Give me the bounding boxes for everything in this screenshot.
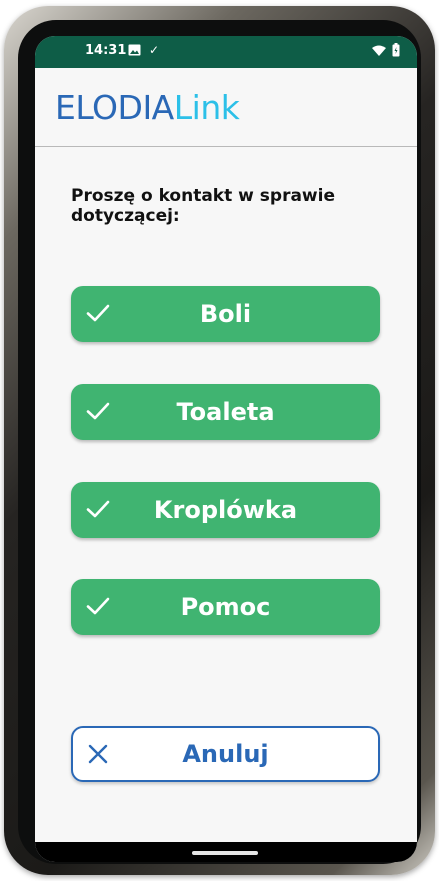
image-icon	[128, 44, 141, 56]
choice-label: Kroplówka	[153, 496, 298, 524]
logo-part-link: Link	[173, 88, 240, 127]
choice-button-boli[interactable]: Boli	[71, 286, 380, 342]
system-nav-bar	[35, 842, 417, 862]
choice-button-kroplowka[interactable]: Kroplówka	[71, 482, 380, 538]
choice-label: Boli	[199, 300, 252, 328]
choice-button-toaleta[interactable]: Toaleta	[71, 384, 380, 440]
elodialink-logo: ELODIALink	[55, 88, 240, 128]
logo-part-elodia: ELODIA	[55, 88, 174, 127]
wifi-icon	[372, 45, 386, 56]
battery-icon	[392, 43, 400, 57]
check-icon: ✓	[149, 43, 160, 57]
contact-prompt: Proszę o kontakt w sprawie dotyczącej:	[71, 186, 335, 226]
choice-button-pomoc[interactable]: Pomoc	[71, 579, 380, 635]
choice-label: Pomoc	[180, 593, 271, 621]
status-bar: 14:31 ✓	[35, 36, 417, 68]
cancel-button[interactable]: Anuluj	[71, 726, 380, 782]
status-time: 14:31	[85, 43, 127, 58]
home-indicator[interactable]	[192, 851, 258, 855]
app-header: ELODIALink	[35, 68, 417, 147]
cancel-label: Anuluj	[182, 740, 269, 768]
choice-label: Toaleta	[176, 398, 275, 426]
device-screen: 14:31 ✓ ELODIALink Proszę o kontakt w sp…	[35, 36, 417, 862]
